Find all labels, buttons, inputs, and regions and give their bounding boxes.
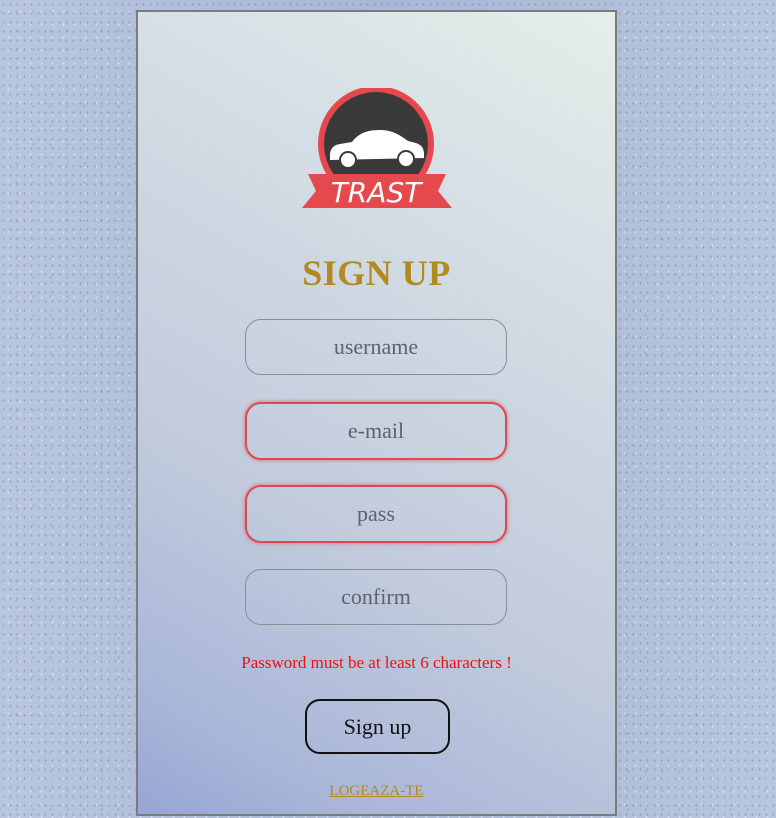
password-error-message: Password must be at least 6 characters ! — [241, 653, 512, 672]
username-input[interactable] — [245, 319, 507, 375]
car-icon: TRAST — [302, 86, 452, 209]
email-input[interactable] — [245, 402, 507, 460]
sign-up-button[interactable]: Sign up — [305, 699, 450, 754]
login-link[interactable]: LOGEAZA-TE — [138, 783, 615, 800]
page-title: SIGN UP — [302, 253, 451, 293]
password-input[interactable] — [245, 485, 507, 543]
logo-text: TRAST — [331, 176, 423, 209]
confirm-password-input[interactable] — [245, 569, 507, 625]
signup-card: TRAST SIGN UP Password must be at least … — [136, 10, 617, 816]
trast-logo: TRAST — [300, 86, 454, 210]
